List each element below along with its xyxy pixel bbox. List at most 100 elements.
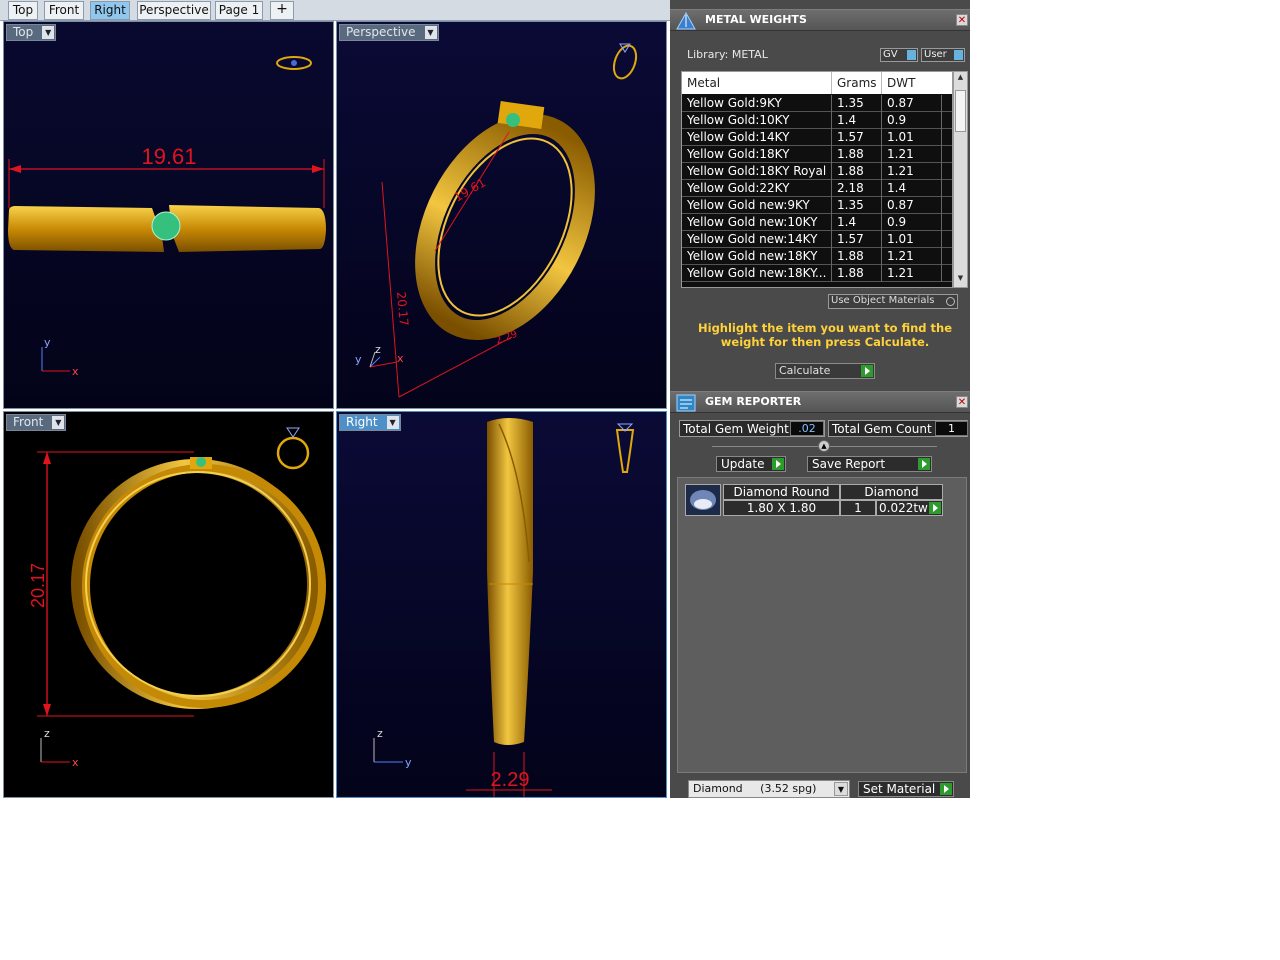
- save-report-button[interactable]: Save Report: [807, 456, 932, 472]
- viewport-label-top[interactable]: Top ▼: [6, 24, 57, 41]
- viewport-label-perspective[interactable]: Perspective ▼: [339, 24, 439, 41]
- viewport-label-front[interactable]: Front ▼: [6, 414, 67, 431]
- dwt-cell: 0.9: [882, 214, 942, 231]
- grams-cell: 1.4: [832, 112, 882, 129]
- play-icon: [940, 783, 952, 795]
- view-cube-ring[interactable]: [276, 436, 310, 470]
- close-icon[interactable]: ✕: [956, 396, 968, 408]
- dimension-label-b: 20.17: [394, 291, 411, 326]
- scroll-up-icon[interactable]: ▲: [955, 73, 966, 85]
- dimension-label: 2.29: [491, 769, 530, 791]
- metal-table-scrollbar[interactable]: ▲ ▼: [953, 71, 968, 288]
- dimension-label: 19.61: [141, 144, 196, 169]
- use-object-materials-checkbox[interactable]: Use Object Materials: [828, 294, 958, 309]
- set-material-button[interactable]: Set Material: [858, 781, 954, 797]
- table-row[interactable]: Yellow Gold:14KY 1.57 1.01: [682, 129, 952, 146]
- table-row[interactable]: Yellow Gold new:14KY 1.57 1.01: [682, 231, 952, 248]
- arrow-right: [312, 165, 324, 173]
- table-row[interactable]: Yellow Gold new:9KY 1.35 0.87: [682, 197, 952, 214]
- gem-list[interactable]: Diamond Round Diamond 1.80 X 1.80 1 0.02…: [677, 477, 967, 773]
- table-row[interactable]: Yellow Gold:9KY 1.35 0.87: [682, 95, 952, 112]
- arrow-bottom: [43, 704, 51, 716]
- table-row[interactable]: Yellow Gold:18KY Royal 1.88 1.21: [682, 163, 952, 180]
- chevron-down-icon[interactable]: ▼: [424, 26, 437, 39]
- scroll-down-icon[interactable]: ▼: [955, 274, 966, 286]
- metal-name-cell: Yellow Gold new:10KY: [682, 214, 832, 231]
- tab-page-1[interactable]: Page 1: [215, 1, 263, 20]
- viewport-label-text: Right: [346, 415, 378, 429]
- scroll-thumb[interactable]: [955, 90, 966, 132]
- dimension-label: 20.17: [28, 563, 48, 608]
- chevron-down-icon[interactable]: ▼: [52, 416, 65, 429]
- toggle-indicator-icon: [907, 50, 916, 60]
- diamond-icon: [690, 490, 716, 510]
- ring-side: [487, 418, 533, 745]
- viewport-right[interactable]: 2.29 z y Right ▼: [336, 411, 667, 798]
- metal-weights-header: METAL WEIGHTS ✕: [670, 9, 970, 31]
- tab-front[interactable]: Front: [44, 1, 84, 20]
- metal-table[interactable]: Metal Grams DWT Yellow Gold:9KY 1.35 0.87 Y…: [681, 71, 953, 288]
- viewport-top[interactable]: 19.61 y x Top ▼: [3, 21, 334, 409]
- column-header-metal[interactable]: Metal: [682, 72, 832, 94]
- table-row[interactable]: Yellow Gold:22KY 2.18 1.4: [682, 180, 952, 197]
- gem-thumbnail[interactable]: [685, 484, 721, 516]
- table-row[interactable]: Yellow Gold new:10KY 1.4 0.9: [682, 214, 952, 231]
- gv-toggle[interactable]: GV: [880, 48, 918, 62]
- grams-cell: 1.57: [832, 129, 882, 146]
- save-report-label: Save Report: [812, 457, 886, 471]
- tab-perspective[interactable]: Perspective: [137, 1, 211, 20]
- gem-weight-value: 0.022tw: [879, 501, 928, 515]
- chevron-down-icon[interactable]: ▼: [386, 416, 399, 429]
- column-header-grams[interactable]: Grams: [832, 72, 882, 94]
- collapse-icon[interactable]: ▲: [818, 440, 830, 452]
- grams-cell: 1.88: [832, 265, 882, 282]
- tab-right[interactable]: Right: [90, 1, 130, 20]
- viewport-perspective[interactable]: 19.61 20.17 2.29 y z x Perspective ▼: [336, 21, 667, 409]
- scale-icon: [676, 11, 696, 30]
- metal-name-cell: Yellow Gold:22KY: [682, 180, 832, 197]
- gem-stone: [151, 211, 181, 241]
- user-toggle[interactable]: User: [921, 48, 965, 62]
- grams-cell: 1.35: [832, 197, 882, 214]
- close-icon[interactable]: ✕: [956, 14, 968, 26]
- update-button[interactable]: Update: [716, 456, 786, 472]
- dwt-cell: 1.4: [882, 180, 942, 197]
- total-gem-count-label: Total Gem Count: [832, 422, 932, 436]
- play-icon: [772, 458, 784, 470]
- table-row[interactable]: Yellow Gold new:18KY 1.88 1.21: [682, 248, 952, 265]
- gem-reporter-header: GEM REPORTER ✕: [670, 391, 970, 413]
- viewport-label-right[interactable]: Right ▼: [339, 414, 401, 431]
- view-cube-ring[interactable]: [615, 429, 635, 473]
- column-header-dwt[interactable]: DWT: [882, 72, 952, 94]
- total-gem-weight-value: .02: [790, 421, 824, 436]
- axis-y-label: y: [44, 336, 51, 349]
- add-page-button[interactable]: +: [270, 1, 294, 20]
- gem-weight-cell[interactable]: 0.022tw: [876, 500, 943, 516]
- play-icon[interactable]: [929, 502, 941, 514]
- table-row[interactable]: Yellow Gold new:18KY... 1.88 1.21: [682, 265, 952, 282]
- view-cube-ring[interactable]: [610, 43, 640, 82]
- gem-material-select[interactable]: Diamond (3.52 spg) ▼: [688, 780, 850, 798]
- grams-cell: 1.88: [832, 248, 882, 265]
- axis-z-label: z: [44, 727, 50, 740]
- calculate-button[interactable]: Calculate: [775, 363, 875, 379]
- viewport-front[interactable]: 20.17 z x Front ▼: [3, 411, 334, 798]
- table-row[interactable]: Yellow Gold:10KY 1.4 0.9: [682, 112, 952, 129]
- gem-size-cell[interactable]: 1.80 X 1.80: [723, 500, 840, 516]
- axis-z-label: z: [377, 727, 383, 740]
- gem-material-cell[interactable]: Diamond: [840, 484, 943, 500]
- gem-qty-cell[interactable]: 1: [840, 500, 876, 516]
- chevron-down-icon[interactable]: ▼: [42, 26, 55, 39]
- viewport-label-text: Top: [13, 25, 34, 39]
- table-row[interactable]: Yellow Gold:18KY 1.88 1.21: [682, 146, 952, 163]
- right-view-canvas: 2.29 z y: [373, 418, 635, 797]
- metal-name-cell: Yellow Gold new:14KY: [682, 231, 832, 248]
- gem-shape-cell[interactable]: Diamond Round: [723, 484, 840, 500]
- viewport-label-text: Perspective: [346, 25, 416, 39]
- metal-name-cell: Yellow Gold:18KY Royal: [682, 163, 832, 180]
- gem-stone-front: [196, 457, 206, 467]
- chevron-down-icon[interactable]: ▼: [834, 782, 848, 796]
- tab-top[interactable]: Top: [8, 1, 38, 20]
- metal-name-cell: Yellow Gold new:18KY: [682, 248, 832, 265]
- dimension-line-c: [398, 336, 513, 398]
